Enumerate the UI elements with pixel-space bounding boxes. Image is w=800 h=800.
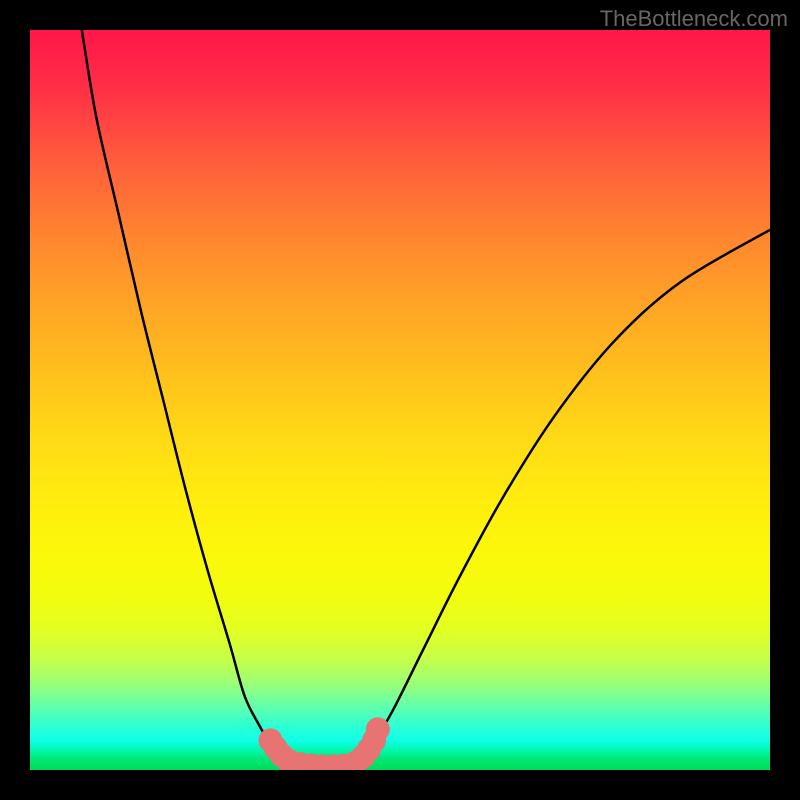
watermark-text: TheBottleneck.com <box>600 6 788 32</box>
curve-right-curve <box>356 230 770 767</box>
chart-svg <box>30 30 770 770</box>
data-marker <box>366 717 390 741</box>
chart-plot-area <box>30 30 770 770</box>
curve-left-curve <box>82 30 304 766</box>
